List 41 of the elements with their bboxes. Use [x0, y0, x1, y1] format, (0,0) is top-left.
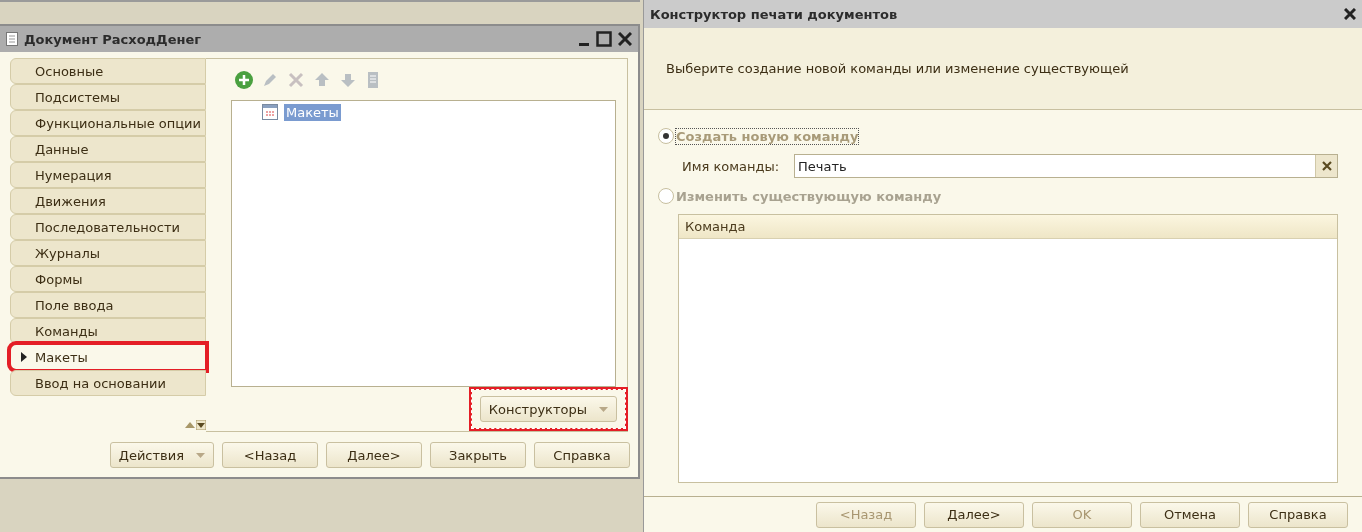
maximize-icon[interactable]: [596, 31, 612, 47]
sidebar-tab[interactable]: Функциональные опции: [10, 110, 206, 136]
sidebar-tab[interactable]: Последовательности: [10, 214, 206, 240]
sidebar-tab[interactable]: Нумерация: [10, 162, 206, 188]
sidebar-tab[interactable]: Подсистемы: [10, 84, 206, 110]
caret-icon: [21, 352, 27, 362]
add-icon[interactable]: [234, 69, 254, 90]
sidebar-tab[interactable]: Журналы: [10, 240, 206, 266]
footer-button[interactable]: <Назад: [222, 442, 318, 468]
footer-button[interactable]: Справка: [1248, 501, 1348, 528]
column-header: Команда: [679, 215, 1337, 239]
caret-icon: [599, 406, 608, 412]
radio-button[interactable]: [658, 128, 674, 144]
designers-button[interactable]: Конструкторы: [479, 396, 617, 422]
command-name-field[interactable]: Печать: [794, 154, 1338, 178]
footer-button[interactable]: Отмена: [1140, 501, 1240, 528]
sidebar-tab[interactable]: Основные: [10, 58, 206, 84]
footer-button[interactable]: Закрыть: [430, 442, 526, 468]
sidebar-tab[interactable]: Формы: [10, 266, 206, 292]
footer-button[interactable]: Справка: [534, 442, 630, 468]
scroll-down-icon[interactable]: [196, 420, 206, 430]
dialog-title: Конструктор печати документов: [650, 6, 899, 22]
radio-button[interactable]: [658, 188, 674, 204]
footer-button[interactable]: Далее>: [924, 501, 1024, 528]
caret-icon: [196, 452, 205, 458]
sidebar-tab[interactable]: Движения: [10, 188, 206, 214]
sidebar-tab[interactable]: Команды: [10, 318, 206, 344]
sidebar-tab[interactable]: Ввод на основании: [10, 370, 206, 396]
sidebar-tab[interactable]: Поле ввода: [10, 292, 206, 318]
sidebar-tab[interactable]: Данные: [10, 136, 206, 162]
close-icon[interactable]: [618, 32, 632, 46]
field-label: Имя команды:: [682, 158, 781, 174]
document-icon: [6, 32, 18, 46]
instruction-text: Выберите создание новой команды или изменение существующей: [666, 61, 1129, 76]
clear-icon[interactable]: [1321, 161, 1332, 171]
template-icon: [262, 104, 278, 121]
actions-button[interactable]: Действия: [109, 442, 214, 468]
sidebar-tab[interactable]: Макеты: [10, 344, 206, 370]
close-icon[interactable]: [1344, 8, 1356, 20]
window-title: Документ РасходДенег: [24, 31, 203, 47]
footer-button[interactable]: Далее>: [326, 442, 422, 468]
